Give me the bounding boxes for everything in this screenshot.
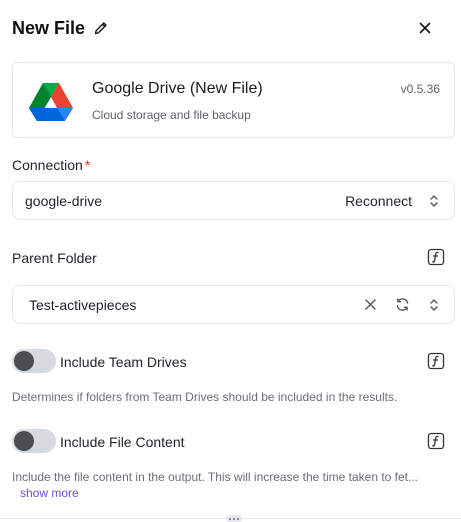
- connection-value: google-drive: [25, 192, 103, 209]
- piece-card: Google Drive (New File) Cloud storage an…: [12, 62, 455, 138]
- dynamic-value-toggle-icon[interactable]: [426, 351, 446, 371]
- connection-label-text: Connection: [12, 157, 83, 173]
- dynamic-value-toggle-icon[interactable]: [426, 247, 446, 267]
- piece-name: Google Drive (New File): [92, 80, 263, 97]
- reconnect-button[interactable]: Reconnect: [345, 193, 412, 209]
- toggle-knob: [14, 431, 34, 451]
- header: New File: [12, 14, 449, 42]
- toggle-knob: [14, 351, 34, 371]
- piece-version: v0.5.36: [400, 82, 440, 96]
- parent-folder-label: Parent Folder: [12, 250, 97, 266]
- parent-folder-select[interactable]: Test-activepieces: [12, 285, 455, 324]
- page-title: New File: [12, 17, 86, 38]
- connection-select[interactable]: google-drive Reconnect: [12, 181, 455, 220]
- connection-label: Connection *: [12, 157, 90, 173]
- include-file-content-description: Include the file content in the output. …: [12, 470, 419, 484]
- required-mark: *: [84, 157, 91, 173]
- piece-description: Cloud storage and file backup: [92, 108, 251, 122]
- include-team-drives-toggle[interactable]: [12, 349, 56, 373]
- parent-folder-value: Test-activepieces: [29, 296, 137, 313]
- clear-x-icon[interactable]: [362, 297, 378, 313]
- dynamic-value-toggle-icon[interactable]: [426, 431, 446, 451]
- edit-pencil-icon[interactable]: [93, 20, 109, 36]
- show-more-link[interactable]: show more: [20, 486, 79, 500]
- chevron-up-down-icon[interactable]: [428, 193, 440, 209]
- include-team-drives-label: Include Team Drives: [60, 354, 187, 370]
- google-drive-logo-icon: [27, 77, 75, 125]
- include-file-content-label: Include File Content: [60, 434, 185, 450]
- refresh-icon[interactable]: [394, 297, 410, 313]
- include-file-content-toggle[interactable]: [12, 429, 56, 453]
- resize-handle[interactable]: [226, 515, 242, 522]
- include-team-drives-description: Determines if folders from Team Drives s…: [12, 390, 398, 404]
- close-icon[interactable]: [415, 18, 435, 38]
- chevron-up-down-icon[interactable]: [428, 297, 440, 313]
